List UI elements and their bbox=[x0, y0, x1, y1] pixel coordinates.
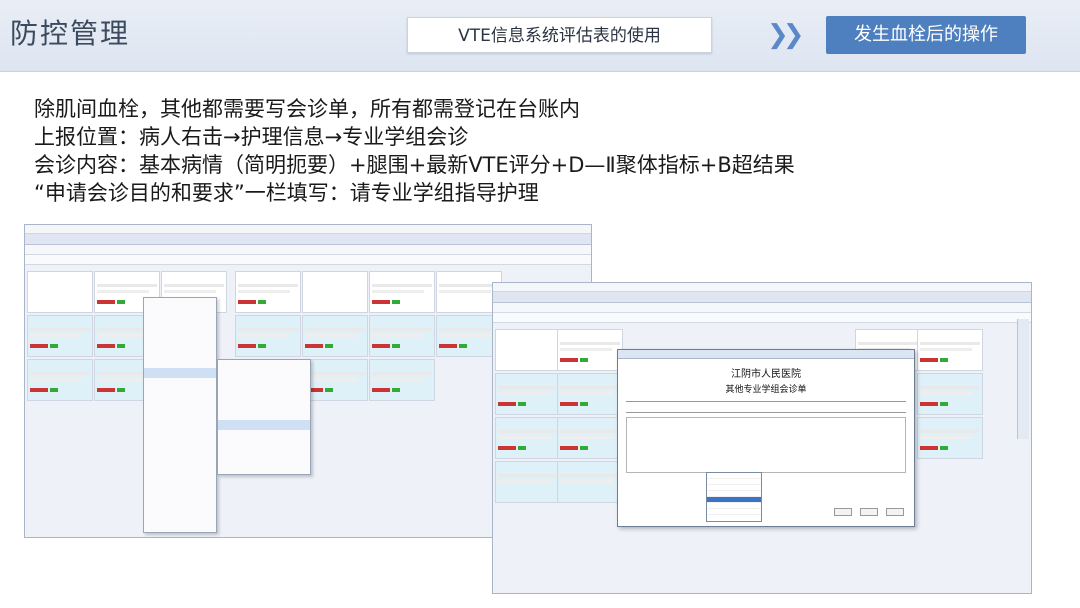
patient-card[interactable] bbox=[235, 315, 301, 357]
submenu-item[interactable] bbox=[218, 380, 310, 390]
app-filter-bar bbox=[493, 313, 1031, 323]
instruction-lines: 除肌间血栓，其他都需要写会诊单，所有都需登记在台账内 上报位置：病人右击→护理信… bbox=[34, 95, 795, 207]
context-menu-item[interactable] bbox=[144, 308, 216, 318]
patient-info-row bbox=[626, 401, 906, 413]
instruction-line: 除肌间血栓，其他都需要写会诊单，所有都需登记在台账内 bbox=[34, 97, 580, 121]
dialog-button[interactable] bbox=[833, 508, 852, 516]
context-menu-item[interactable] bbox=[144, 358, 216, 368]
submenu-item[interactable] bbox=[218, 410, 310, 420]
patient-card[interactable] bbox=[917, 329, 983, 371]
context-menu-item-nursing-info[interactable] bbox=[144, 368, 216, 378]
patient-card[interactable] bbox=[27, 271, 93, 313]
hospital-name: 江阴市人民医院 bbox=[731, 369, 801, 380]
submenu-item[interactable] bbox=[218, 360, 310, 370]
app-filter-bar bbox=[25, 255, 591, 265]
context-menu-item[interactable] bbox=[144, 348, 216, 358]
context-menu-item[interactable] bbox=[144, 338, 216, 348]
submenu-item[interactable] bbox=[218, 400, 310, 410]
submenu-item[interactable] bbox=[218, 430, 310, 440]
context-menu-item[interactable] bbox=[144, 398, 216, 408]
patient-card[interactable] bbox=[495, 329, 561, 371]
submenu-item-specialty-consult[interactable] bbox=[218, 420, 310, 430]
dialog-buttons bbox=[831, 501, 904, 520]
app-toolbar bbox=[493, 303, 1031, 313]
submenu-item[interactable] bbox=[218, 370, 310, 380]
instruction-line: “申请会诊目的和要求”一栏填写：请专业学组指导护理 bbox=[34, 181, 539, 205]
patient-card[interactable] bbox=[917, 417, 983, 459]
patient-card[interactable] bbox=[369, 271, 435, 313]
chevron-right-icon: ❯❯ bbox=[767, 20, 804, 50]
app-tabs bbox=[493, 292, 1031, 303]
context-menu-item[interactable] bbox=[144, 388, 216, 398]
section-title: VTE信息系统评估表的使用 bbox=[407, 17, 712, 53]
context-menu-item[interactable] bbox=[144, 428, 216, 438]
context-menu-item[interactable] bbox=[144, 318, 216, 328]
page-title: 防控管理 bbox=[10, 17, 131, 50]
dialog-button[interactable] bbox=[859, 508, 878, 516]
patient-card[interactable] bbox=[27, 315, 93, 357]
consultation-screenshot: 江阴市人民医院 其他专业学组会诊单 bbox=[492, 282, 1032, 594]
patient-card[interactable] bbox=[495, 461, 561, 503]
app-menubar bbox=[25, 225, 591, 234]
side-panel-tabs[interactable] bbox=[1017, 319, 1029, 439]
context-menu-item[interactable] bbox=[144, 328, 216, 338]
patient-card[interactable] bbox=[27, 359, 93, 401]
patient-card[interactable] bbox=[557, 417, 623, 459]
patient-card[interactable] bbox=[235, 271, 301, 313]
consultation-dialog: 江阴市人民医院 其他专业学组会诊单 bbox=[617, 349, 915, 527]
specialty-dropdown-list bbox=[706, 472, 762, 522]
app-toolbar bbox=[25, 245, 591, 255]
instruction-line: 上报位置：病人右击→护理信息→专业学组会诊 bbox=[34, 125, 469, 149]
condition-textarea[interactable] bbox=[626, 417, 906, 473]
submenu-item[interactable] bbox=[218, 450, 310, 460]
context-menu-item[interactable] bbox=[144, 418, 216, 428]
patient-card[interactable] bbox=[917, 373, 983, 415]
patient-card[interactable] bbox=[302, 315, 368, 357]
instruction-line: 会诊内容：基本病情（简明扼要）+腿围+最新VTE评分+D—Ⅱ聚体指标+B超结果 bbox=[34, 153, 795, 177]
patient-card[interactable] bbox=[557, 329, 623, 371]
context-menu-item[interactable] bbox=[144, 298, 216, 308]
form-title: 其他专业学组会诊单 bbox=[725, 385, 807, 395]
dialog-button[interactable] bbox=[886, 508, 904, 516]
app-tabs bbox=[25, 234, 591, 245]
app-menubar bbox=[493, 283, 1031, 292]
context-menu-item[interactable] bbox=[144, 408, 216, 418]
context-menu-item[interactable] bbox=[144, 378, 216, 388]
submenu bbox=[217, 359, 311, 475]
context-menu bbox=[143, 297, 217, 533]
patient-card[interactable] bbox=[302, 359, 368, 401]
patient-card[interactable] bbox=[557, 373, 623, 415]
dropdown-option[interactable] bbox=[707, 509, 761, 515]
submenu-item[interactable] bbox=[218, 440, 310, 450]
patient-card[interactable] bbox=[369, 359, 435, 401]
header-band: 防控管理 VTE信息系统评估表的使用 ❯❯ 发生血栓后的操作 bbox=[0, 0, 1080, 72]
submenu-item[interactable] bbox=[218, 390, 310, 400]
patient-card[interactable] bbox=[495, 373, 561, 415]
action-button[interactable]: 发生血栓后的操作 bbox=[826, 16, 1026, 54]
patient-card[interactable] bbox=[369, 315, 435, 357]
patient-card[interactable] bbox=[557, 461, 623, 503]
patient-card[interactable] bbox=[495, 417, 561, 459]
dialog-titlebar bbox=[618, 350, 914, 359]
patient-card[interactable] bbox=[302, 271, 368, 313]
